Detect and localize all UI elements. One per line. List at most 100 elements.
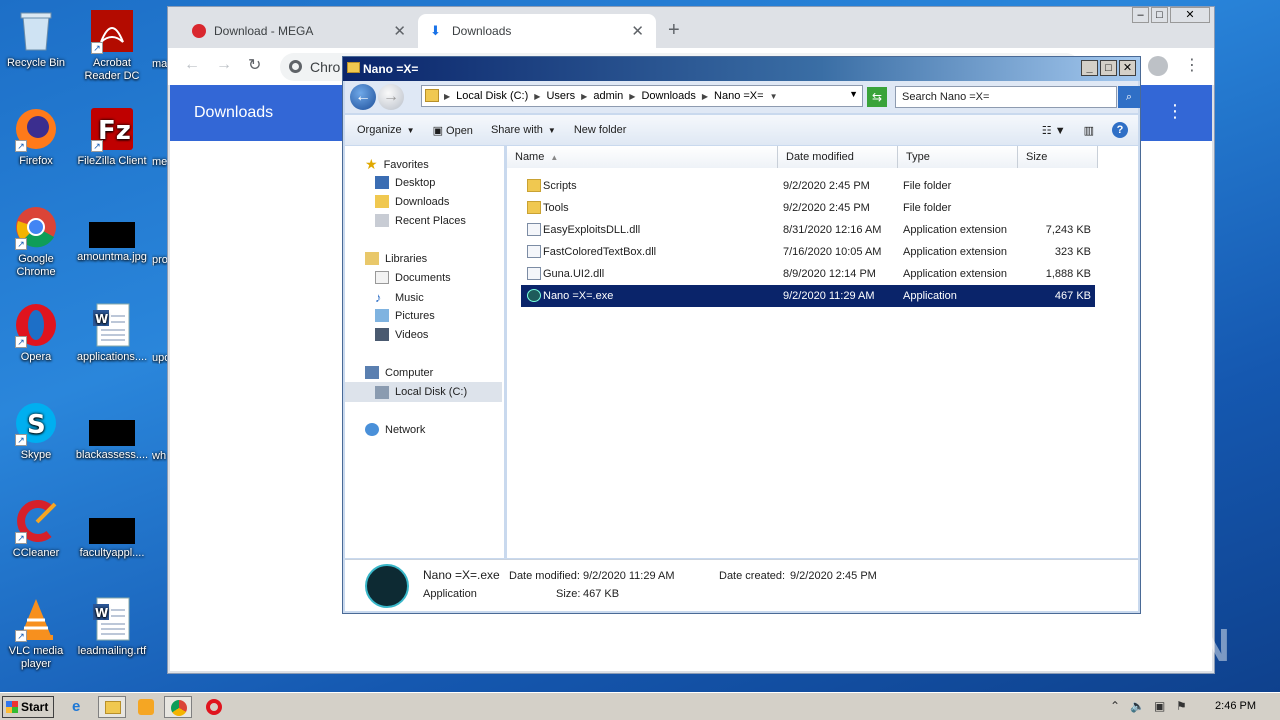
nav-pictures[interactable]: Pictures — [375, 309, 435, 322]
file-row-nano-exe[interactable]: Nano =X=.exe 9/2/2020 11:29 AM Applicati… — [521, 285, 1095, 307]
vlc-icon: ↗ — [13, 596, 59, 642]
explorer-titlebar: Nano =X= _ □ ✕ — [343, 57, 1140, 81]
desktop-clipped-label: wh — [152, 450, 167, 462]
back-button[interactable]: ← — [350, 84, 376, 110]
desktop-icon-amountma[interactable]: amountma.jpg — [74, 222, 150, 264]
search-icon[interactable]: ⌕ — [1118, 86, 1140, 108]
file-row-guna[interactable]: Guna.UI2.dll 8/9/2020 12:14 PM Applicati… — [521, 263, 1095, 285]
flag-icon[interactable]: ⚑ — [1176, 699, 1187, 713]
minimize-button[interactable]: – — [1132, 7, 1149, 23]
preview-pane-icon[interactable]: ▥ — [1084, 124, 1094, 137]
open-button[interactable]: ▣ Open — [433, 124, 473, 137]
chrome-window-controls: – □ ✕ — [1132, 7, 1210, 23]
reload-icon[interactable]: ↻ — [248, 55, 261, 75]
chrome-taskbar-button[interactable] — [164, 696, 192, 718]
help-icon[interactable]: ? — [1112, 122, 1128, 138]
downloads-folder-icon — [375, 195, 389, 208]
videos-icon — [375, 328, 389, 341]
address-bar[interactable]: ▶ Local Disk (C:) ▶ Users ▶ admin ▶ Down… — [421, 85, 863, 107]
forward-button[interactable]: → — [378, 84, 404, 110]
image-file-icon — [89, 420, 135, 446]
file-row-tools[interactable]: Tools 9/2/2020 2:45 PM File folder — [521, 197, 1095, 219]
file-row-scripts[interactable]: Scripts 9/2/2020 2:45 PM File folder — [521, 175, 1095, 197]
column-header-date[interactable]: Date modified — [778, 146, 898, 168]
folder-icon — [347, 62, 360, 73]
nav-music[interactable]: ♪ Music — [375, 290, 424, 305]
network-tray-icon[interactable]: ▣ — [1154, 699, 1165, 713]
close-button[interactable]: ✕ — [1119, 60, 1136, 76]
breadcrumb-admin[interactable]: admin — [593, 90, 623, 102]
navigation-pane: ★ Favorites Desktop Downloads Recent Plac… — [345, 146, 504, 558]
word-doc-icon: W — [89, 596, 135, 642]
chevron-down-icon[interactable]: ▼ — [770, 92, 778, 101]
minimize-button[interactable]: _ — [1081, 60, 1098, 76]
tab-close-icon[interactable]: ✕ — [393, 22, 406, 40]
desktop-icon-recycle-bin[interactable]: Recycle Bin — [0, 8, 74, 70]
breadcrumb-local-disk[interactable]: Local Disk (C:) — [456, 90, 528, 102]
desktop-icon-ccleaner[interactable]: ↗ CCleaner — [0, 498, 74, 560]
file-row-fastcolored[interactable]: FastColoredTextBox.dll 7/16/2020 10:05 A… — [521, 241, 1095, 263]
image-file-icon — [89, 518, 135, 544]
start-button[interactable]: Start — [2, 696, 54, 718]
nav-videos[interactable]: Videos — [375, 328, 428, 341]
nav-desktop[interactable]: Desktop — [375, 176, 435, 189]
desktop-icon-skype[interactable]: S ↗ Skype — [0, 400, 74, 462]
refresh-icon[interactable]: ⇆ — [867, 87, 887, 107]
desktop-icon-opera[interactable]: ↗ Opera — [0, 302, 74, 364]
breadcrumb-downloads[interactable]: Downloads — [641, 90, 695, 102]
maximize-button[interactable]: □ — [1151, 7, 1168, 23]
desktop-icon-acrobat[interactable]: ↗ Acrobat Reader DC — [74, 8, 150, 83]
nav-favorites[interactable]: ★ Favorites — [365, 156, 429, 173]
desktop-icon-vlc[interactable]: ↗ VLC media player — [0, 596, 74, 671]
desktop-clipped-label: me — [152, 156, 168, 168]
view-options-icon[interactable]: ☷ ▼ — [1042, 124, 1066, 137]
breadcrumb-nano[interactable]: Nano =X= — [714, 90, 764, 102]
profile-avatar[interactable] — [1148, 56, 1168, 76]
close-button[interactable]: ✕ — [1170, 7, 1210, 23]
desktop-icon-leadmailing[interactable]: W leadmailing.rtf — [74, 596, 150, 658]
tab-close-icon[interactable]: ✕ — [631, 22, 644, 40]
desktop-icon-firefox[interactable]: ↗ Firefox — [0, 106, 74, 168]
tray-expand-icon[interactable]: ⌃ — [1110, 699, 1120, 713]
explorer-taskbar-button[interactable] — [98, 696, 126, 718]
nav-libraries[interactable]: Libraries — [365, 252, 427, 265]
back-icon[interactable]: ← — [184, 56, 200, 74]
forward-icon[interactable]: → — [216, 56, 232, 74]
recycle-bin-icon — [13, 8, 59, 54]
maximize-button[interactable]: □ — [1100, 60, 1117, 76]
file-row-easyexploits[interactable]: EasyExploitsDLL.dll 8/31/2020 12:16 AM A… — [521, 219, 1095, 241]
speaker-icon[interactable]: 🔈 — [1130, 699, 1145, 713]
nav-documents[interactable]: Documents — [375, 271, 451, 284]
column-header-type[interactable]: Type — [898, 146, 1018, 168]
breadcrumb-users[interactable]: Users — [546, 90, 575, 102]
column-header-size[interactable]: Size — [1018, 146, 1098, 168]
taskbar-clock[interactable]: 2:46 PM — [1215, 700, 1256, 712]
menu-icon[interactable]: ⋮ — [1184, 55, 1200, 75]
nav-computer[interactable]: Computer — [365, 366, 433, 379]
search-input[interactable]: Search Nano =X= ⌕ — [895, 86, 1140, 108]
application-large-icon — [365, 564, 409, 608]
tab-mega[interactable]: Download - MEGA ✕ — [180, 14, 418, 48]
nav-downloads[interactable]: Downloads — [375, 195, 449, 208]
desktop-icon-chrome[interactable]: ↗ Google Chrome — [0, 204, 74, 279]
nav-recent-places[interactable]: Recent Places — [375, 214, 466, 227]
new-tab-button[interactable]: + — [668, 19, 680, 42]
media-player-taskbar-button[interactable] — [132, 696, 160, 718]
ie-taskbar-button[interactable]: e — [66, 696, 94, 718]
organize-button[interactable]: Organize ▼ — [357, 124, 415, 136]
desktop-icon-filezilla[interactable]: Fz ↗ FileZilla Client — [74, 106, 150, 168]
share-with-button[interactable]: Share with ▼ — [491, 124, 556, 136]
nav-network[interactable]: Network — [365, 423, 425, 436]
desktop-icon-applications[interactable]: W applications.... — [74, 302, 150, 364]
downloads-menu-icon[interactable]: ⋮ — [1166, 101, 1184, 122]
tab-downloads[interactable]: ⬇ Downloads ✕ — [418, 14, 656, 48]
desktop-icon-facultyappl[interactable]: facultyappl.... — [74, 518, 150, 560]
address-history-icon[interactable]: ▼ — [849, 89, 858, 99]
desktop-icon-blackassess[interactable]: blackassess.... — [74, 420, 150, 462]
opera-taskbar-button[interactable] — [200, 696, 228, 718]
new-folder-button[interactable]: New folder — [574, 124, 627, 136]
nav-local-disk[interactable]: Local Disk (C:) — [345, 382, 502, 402]
column-header-name[interactable]: Name ▲ — [507, 146, 778, 168]
opera-icon — [206, 699, 222, 715]
dll-file-icon — [527, 245, 541, 258]
